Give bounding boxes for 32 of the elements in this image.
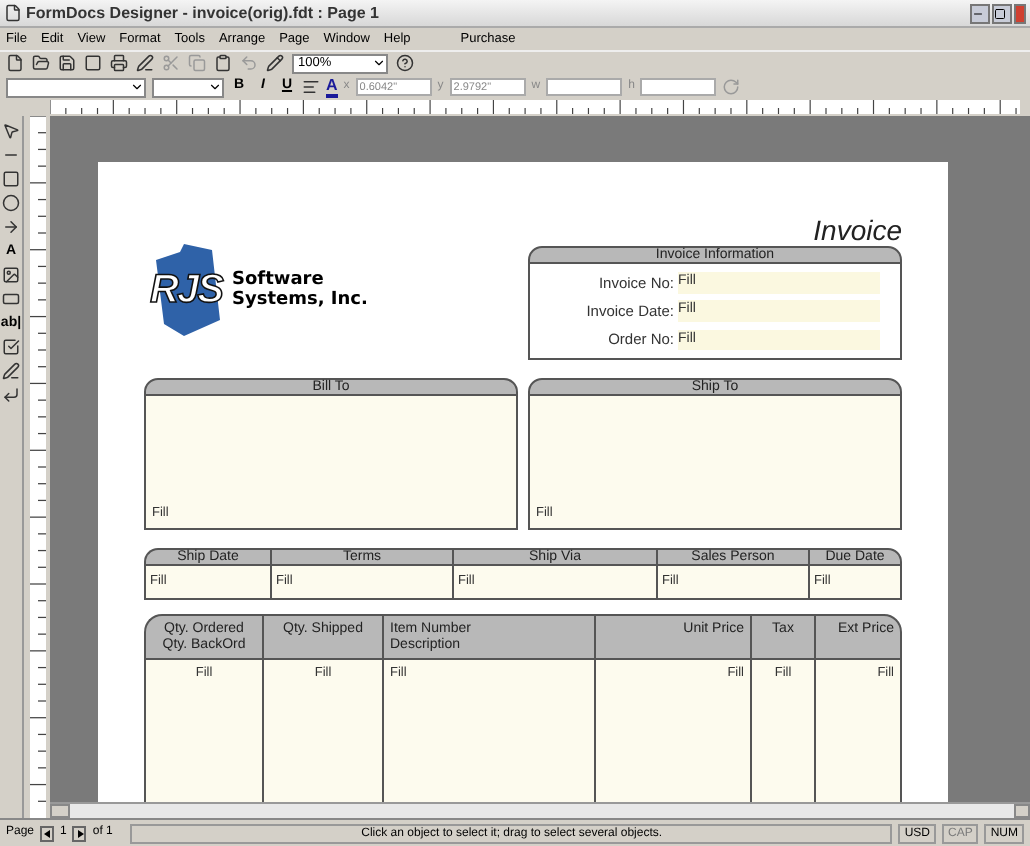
horizontal-scrollbar[interactable] xyxy=(50,802,1030,818)
previous-page-button[interactable] xyxy=(40,825,55,841)
pointer-tool-icon[interactable] xyxy=(2,122,20,140)
arrow-tool-icon[interactable] xyxy=(2,218,20,236)
ellipse-tool-icon[interactable] xyxy=(2,194,20,212)
rectangle-tool-icon[interactable] xyxy=(2,170,20,188)
w-field[interactable] xyxy=(546,78,623,96)
maximize-icon xyxy=(994,7,1006,19)
printer-icon[interactable] xyxy=(110,54,128,72)
new-file-icon[interactable] xyxy=(6,54,24,72)
app-icon[interactable] xyxy=(4,4,22,22)
window-title: FormDocs Designer - invoice(orig).fdt : Page 1 xyxy=(26,1,379,25)
h-field[interactable] xyxy=(640,78,717,96)
paste-icon[interactable] xyxy=(214,54,232,72)
check-tool-icon[interactable] xyxy=(2,338,20,356)
help-icon[interactable] xyxy=(396,54,414,72)
signature-tool-icon[interactable] xyxy=(2,362,20,380)
pencil-icon[interactable] xyxy=(266,54,284,72)
company-name: Software xyxy=(232,270,326,290)
next-page-button[interactable] xyxy=(72,825,87,841)
folder-icon[interactable] xyxy=(32,54,50,72)
company-name: Systems, Inc. xyxy=(232,290,368,310)
document-title: Invoice xyxy=(813,216,902,244)
page-icon[interactable] xyxy=(84,54,102,72)
save-icon[interactable] xyxy=(58,54,76,72)
align-icon[interactable] xyxy=(302,78,320,96)
maximize-button[interactable] xyxy=(992,3,1012,23)
box-tool-icon[interactable] xyxy=(2,290,20,308)
minimize-icon xyxy=(972,7,984,19)
image-tool-icon[interactable] xyxy=(2,266,20,284)
close-button[interactable] xyxy=(1014,3,1026,23)
minimize-button[interactable] xyxy=(970,3,990,23)
